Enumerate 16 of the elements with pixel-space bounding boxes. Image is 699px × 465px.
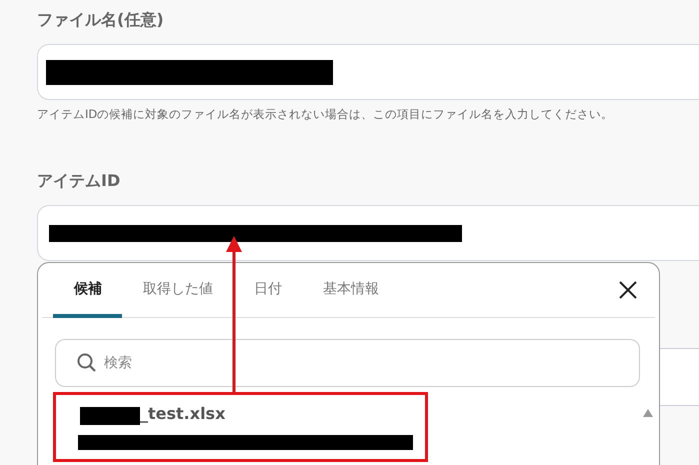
hint-text: アイテムIDの候補に対象のファイル名が表示されない場合は、この項目にファイル名を入力してください。 — [37, 107, 614, 122]
search-field[interactable]: 検索 — [55, 339, 640, 387]
input-field[interactable] — [37, 205, 699, 261]
close-icon[interactable] — [619, 281, 637, 299]
tab[interactable]: 候補 — [53, 264, 122, 318]
field-label: アイテムID — [37, 170, 120, 192]
input-field[interactable] — [37, 44, 699, 100]
file-name: _test.xlsx — [140, 404, 226, 422]
scroll-up-icon[interactable] — [643, 409, 653, 417]
file-item[interactable]: _test.xlsx — [80, 401, 659, 450]
tab[interactable]: 日付 — [233, 264, 302, 318]
field-label: ファイル名(任意) — [37, 9, 164, 31]
redaction-bar — [80, 407, 140, 425]
tab[interactable]: 基本情報 — [302, 264, 399, 318]
tab[interactable]: 取得した値 — [122, 264, 233, 318]
search-icon — [77, 353, 97, 373]
